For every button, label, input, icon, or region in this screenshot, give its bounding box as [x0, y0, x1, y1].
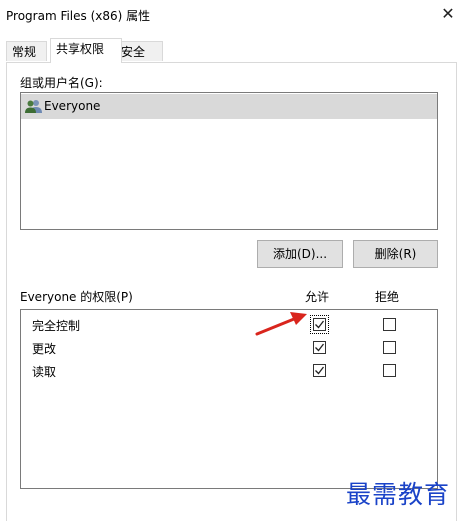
- allow-checkbox-full-control[interactable]: [310, 315, 329, 334]
- close-icon[interactable]: ✕: [434, 2, 462, 26]
- deny-checkbox-full-control[interactable]: [383, 318, 396, 331]
- red-arrow-icon: [254, 310, 310, 338]
- deny-checkbox-read[interactable]: [383, 364, 396, 377]
- permissions-table: [20, 309, 438, 489]
- remove-button[interactable]: 删除(R): [353, 240, 438, 268]
- checkmark-icon: [315, 343, 325, 352]
- users-icon: [25, 99, 42, 113]
- add-button[interactable]: 添加(D)...: [257, 240, 343, 268]
- checkmark-icon: [315, 366, 325, 375]
- tab-sharing-permissions[interactable]: 共享权限: [50, 38, 122, 63]
- permission-row-label: 读取: [32, 365, 57, 379]
- allow-checkbox-read[interactable]: [313, 364, 326, 377]
- allow-header: 允许: [305, 290, 330, 304]
- tab-general[interactable]: 常规: [6, 41, 47, 61]
- window-title: Program Files (x86) 属性: [6, 9, 151, 23]
- deny-header: 拒绝: [375, 290, 400, 304]
- deny-checkbox-change[interactable]: [383, 341, 396, 354]
- list-item-label: Everyone: [44, 99, 101, 113]
- watermark-text: 最需教育: [346, 480, 451, 509]
- permission-row-label: 完全控制: [32, 319, 81, 333]
- tab-security[interactable]: 安全: [115, 41, 163, 61]
- permission-row-label: 更改: [32, 342, 57, 356]
- checkmark-icon: [315, 320, 325, 329]
- permissions-label: Everyone 的权限(P): [20, 290, 133, 304]
- groups-label: 组或用户名(G):: [20, 76, 103, 90]
- allow-checkbox-change[interactable]: [313, 341, 326, 354]
